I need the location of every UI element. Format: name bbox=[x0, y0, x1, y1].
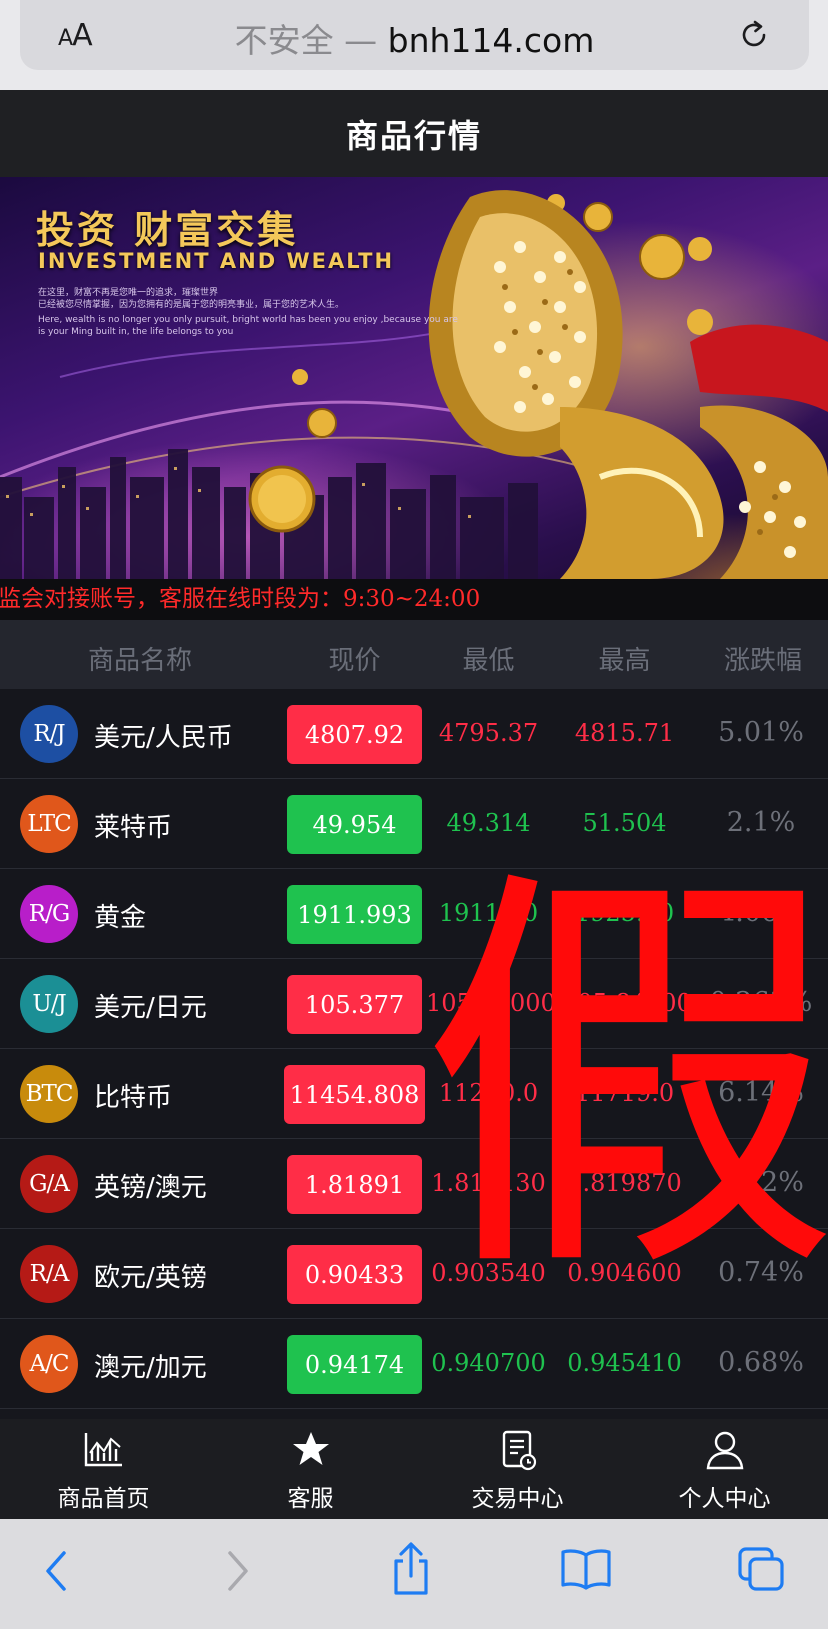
change-value: 4.06% bbox=[718, 897, 804, 928]
banner-subtitle: INVESTMENT AND WEALTH bbox=[38, 249, 395, 273]
document-icon bbox=[502, 1430, 537, 1471]
product-name: 比特币 bbox=[94, 1083, 173, 1113]
header-name: 商品名称 bbox=[87, 646, 192, 676]
coin-badge: A/C bbox=[20, 1335, 78, 1393]
tab-label: 个人中心 bbox=[678, 1486, 771, 1512]
banner-text-line: is your Ming built in, the life belongs … bbox=[38, 327, 234, 337]
table-row[interactable]: G/A 英镑/澳元 1.81891 1.811130 1.819870 3.22… bbox=[0, 1139, 828, 1229]
product-name: 美元/日元 bbox=[94, 993, 207, 1023]
change-value: 2.1% bbox=[726, 807, 796, 838]
coin-badge: LTC bbox=[20, 795, 78, 853]
coin-badge: R/A bbox=[20, 1245, 78, 1303]
high-value: 0.945410 bbox=[567, 1349, 682, 1377]
tab-service[interactable]: 客服 bbox=[207, 1419, 414, 1519]
low-value: 105.37000 bbox=[426, 989, 556, 1017]
table-row[interactable]: R/J 美元/人民币 4807.92 4795.37 4815.71 5.01% bbox=[0, 689, 828, 779]
forward-icon[interactable] bbox=[222, 1549, 252, 1593]
product-name: 莱特币 bbox=[94, 813, 173, 843]
notice-marquee: 监会对接账号，客服在线时段为：9:30~24:00 bbox=[0, 579, 828, 620]
price-box: 0.90433 bbox=[287, 1245, 422, 1304]
price-box: 4807.92 bbox=[287, 705, 422, 764]
tabs-icon[interactable] bbox=[736, 1545, 786, 1593]
tab-label: 交易中心 bbox=[471, 1486, 564, 1512]
change-value: 6.14% bbox=[718, 1077, 804, 1108]
coin-badge: R/J bbox=[20, 705, 78, 763]
quote-table-header: 商品名称 现价 最低 最高 涨跌幅 bbox=[0, 620, 828, 689]
low-value: 0.940700 bbox=[431, 1349, 546, 1377]
high-value: 0.904600 bbox=[567, 1259, 682, 1287]
promo-banner[interactable]: 投资 财富交集 INVESTMENT AND WEALTH 在这里，财富不再是您… bbox=[0, 177, 828, 579]
product-name: 欧元/英镑 bbox=[94, 1263, 207, 1293]
change-value: 0.263% bbox=[709, 987, 813, 1018]
coin-badge: G/A bbox=[20, 1155, 78, 1213]
table-row[interactable]: A/C 澳元/加元 0.94174 0.940700 0.945410 0.68… bbox=[0, 1319, 828, 1409]
address-bar[interactable]: AA 不安全 — bnh114.com bbox=[20, 0, 809, 70]
page-title: 商品行情 bbox=[345, 116, 482, 155]
change-value: 0.74% bbox=[718, 1257, 804, 1288]
marquee-text: 监会对接账号，客服在线时段为：9:30~24:00 bbox=[0, 586, 481, 612]
low-value: 49.314 bbox=[446, 809, 531, 837]
table-row[interactable]: R/G 黄金 1911.993 1911.10 1925.60 4.06% bbox=[0, 869, 828, 959]
price-box: 11454.808 bbox=[284, 1065, 425, 1124]
table-row[interactable]: R/A 欧元/英镑 0.90433 0.903540 0.904600 0.74… bbox=[0, 1229, 828, 1319]
header-price: 现价 bbox=[328, 646, 381, 676]
table-row[interactable]: U/J 美元/日元 105.377 105.37000 105.84000 0.… bbox=[0, 959, 828, 1049]
banner-title: 投资 财富交集 bbox=[36, 208, 299, 252]
reload-icon[interactable] bbox=[737, 18, 771, 52]
low-value: 1911.10 bbox=[438, 899, 539, 927]
price-box: 1911.993 bbox=[287, 885, 422, 944]
low-value: 0.903540 bbox=[431, 1259, 546, 1287]
bookmarks-icon[interactable] bbox=[560, 1547, 612, 1591]
browser-top-bar: AA 不安全 — bnh114.com bbox=[0, 0, 828, 90]
domain-label: bnh114.com bbox=[387, 21, 595, 60]
back-icon[interactable] bbox=[42, 1549, 72, 1593]
header-high: 最高 bbox=[598, 646, 651, 676]
price-box: 1.81891 bbox=[287, 1155, 422, 1214]
price-box: 105.377 bbox=[287, 975, 422, 1034]
header-change: 涨跌幅 bbox=[723, 646, 802, 676]
high-value: 1925.60 bbox=[574, 899, 675, 927]
bottom-tab-bar: 商品首页 客服 交易中心 个人中心 bbox=[0, 1419, 828, 1519]
star-icon bbox=[293, 1432, 329, 1465]
banner-text-line: Here, wealth is no longer you only pursu… bbox=[38, 315, 458, 325]
low-value: 4795.37 bbox=[438, 719, 539, 747]
tab-profile[interactable]: 个人中心 bbox=[621, 1419, 828, 1519]
high-value: 51.504 bbox=[582, 809, 667, 837]
high-value: 1.819870 bbox=[567, 1169, 682, 1197]
high-value: 4815.71 bbox=[574, 719, 675, 747]
person-icon bbox=[706, 1431, 744, 1470]
change-value: 5.01% bbox=[718, 717, 804, 748]
high-value: 11719.0 bbox=[574, 1079, 675, 1107]
coin-badge: U/J bbox=[20, 975, 78, 1033]
browser-toolbar bbox=[0, 1519, 828, 1629]
app-header: 商品行情 bbox=[0, 90, 828, 177]
coin-badge: R/G bbox=[20, 885, 78, 943]
table-row[interactable]: BTC 比特币 11454.808 11270.0 11719.0 6.14% bbox=[0, 1049, 828, 1139]
product-name: 英镑/澳元 bbox=[94, 1173, 207, 1203]
price-box: 0.94174 bbox=[287, 1335, 422, 1394]
chart-icon bbox=[84, 1433, 122, 1467]
coin-badge: BTC bbox=[20, 1065, 78, 1123]
tab-home[interactable]: 商品首页 bbox=[0, 1419, 207, 1519]
insecure-label: 不安全 — bbox=[234, 21, 378, 60]
low-value: 1.811130 bbox=[431, 1169, 546, 1197]
share-icon[interactable] bbox=[388, 1541, 434, 1597]
change-value: 3.22% bbox=[718, 1167, 804, 1198]
product-name: 美元/人民币 bbox=[94, 723, 233, 753]
tab-trading[interactable]: 交易中心 bbox=[414, 1419, 621, 1519]
product-name: 澳元/加元 bbox=[94, 1353, 207, 1383]
banner-text-line: 已经被您尽情掌握，因为您拥有的是属于您的明亮事业，属于您的艺术人生。 bbox=[38, 300, 345, 310]
product-name: 黄金 bbox=[94, 903, 147, 933]
high-value: 105.84000 bbox=[562, 989, 692, 1017]
table-row[interactable]: LTC 莱特币 49.954 49.314 51.504 2.1% bbox=[0, 779, 828, 869]
tab-label: 客服 bbox=[287, 1486, 334, 1512]
tab-label: 商品首页 bbox=[57, 1486, 150, 1512]
change-value: 0.68% bbox=[718, 1347, 804, 1378]
low-value: 11270.0 bbox=[438, 1079, 539, 1107]
header-low: 最低 bbox=[462, 646, 515, 676]
url-display[interactable]: 不安全 — bnh114.com bbox=[20, 14, 809, 62]
price-box: 49.954 bbox=[287, 795, 422, 854]
